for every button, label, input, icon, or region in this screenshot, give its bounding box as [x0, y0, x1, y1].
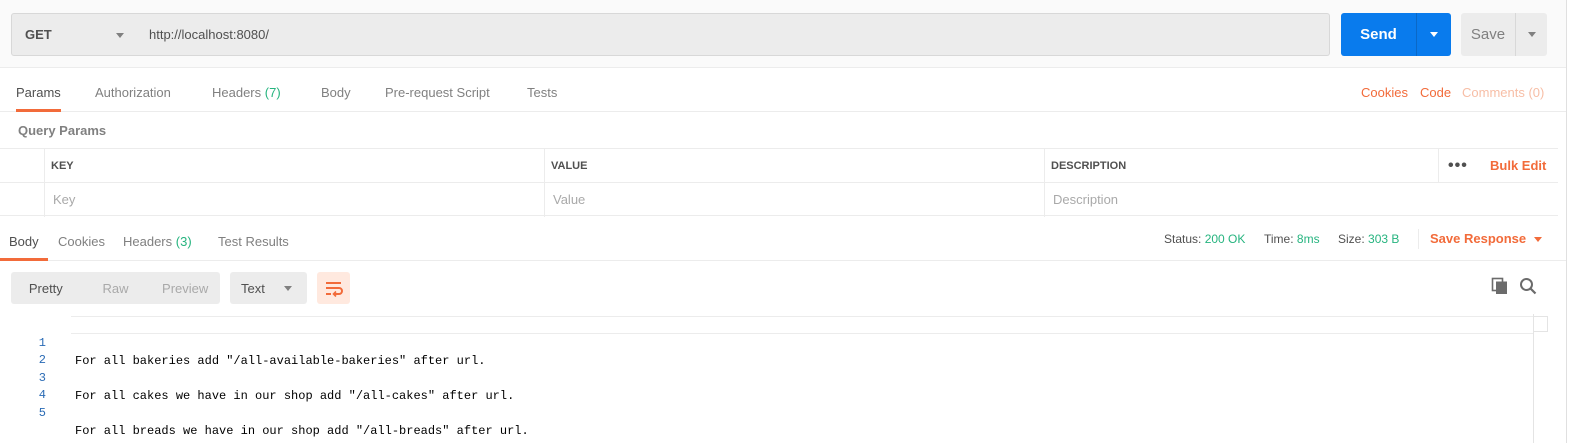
chevron-down-icon: [116, 33, 124, 38]
save-button-group: Save: [1461, 13, 1547, 56]
request-bar: GET Send Save: [0, 0, 1566, 68]
tab-authorization-label: Authorization: [95, 85, 171, 100]
time-value: 8ms: [1296, 232, 1320, 246]
response-body-editor[interactable]: 1 For all bakeries add "/all-available-b…: [0, 314, 1549, 443]
tab-response-headers-label: Headers: [123, 234, 173, 249]
tab-tests-label: Tests: [527, 85, 558, 100]
status-label: Status:: [1164, 232, 1202, 246]
tab-body-label: Body: [321, 85, 351, 100]
tab-test-results-label: Test Results: [218, 234, 289, 249]
tab-tests[interactable]: Tests: [527, 69, 557, 112]
search-icon[interactable]: [1519, 277, 1537, 295]
chevron-down-icon: [1527, 32, 1536, 37]
value-input[interactable]: Value: [544, 183, 1044, 217]
window-edge: [1566, 0, 1567, 443]
params-table: KEY VALUE DESCRIPTION ••• Bulk Edit Key …: [0, 148, 1558, 217]
tab-response-cookies-label: Cookies: [58, 234, 105, 249]
scroll-thumb[interactable]: [1533, 316, 1548, 332]
editor-scrollbar[interactable]: [1533, 314, 1534, 443]
view-mode-group: Pretty Raw Preview: [11, 272, 220, 304]
request-tabs: Params Authorization Headers (7) Body Pr…: [0, 69, 1566, 112]
bulk-edit-link[interactable]: Bulk Edit: [1490, 149, 1546, 183]
size-readout: Size: 303 B: [1338, 221, 1399, 261]
tab-pre-request-script[interactable]: Pre-request Script: [385, 69, 490, 112]
tab-headers[interactable]: Headers (7): [212, 69, 281, 112]
time-readout: Time: 8ms: [1264, 221, 1320, 261]
method-select[interactable]: GET: [11, 13, 138, 56]
headers-count: (7): [264, 85, 281, 100]
pretty-button[interactable]: Pretty: [11, 272, 81, 304]
chevron-down-icon: [1430, 32, 1438, 37]
status-readout: Status: 200 OK: [1164, 221, 1245, 261]
key-input[interactable]: Key: [44, 183, 545, 217]
save-response-label: Save Response: [1430, 231, 1527, 246]
params-header-row: KEY VALUE DESCRIPTION ••• Bulk Edit: [0, 149, 1558, 183]
preview-button[interactable]: Preview: [150, 272, 220, 304]
tab-params-label: Params: [16, 85, 61, 100]
code-line: 5 For all breads we have in our shop add…: [0, 386, 1533, 438]
response-tabs: Body Cookies Headers (3) Test Results St…: [0, 221, 1566, 261]
send-button[interactable]: Send: [1341, 26, 1416, 43]
size-value: 303 B: [1368, 232, 1400, 246]
description-input[interactable]: Description: [1044, 183, 1558, 217]
size-label: Size:: [1338, 232, 1365, 246]
save-button[interactable]: Save: [1461, 26, 1515, 43]
line-number: 5: [38, 406, 46, 420]
params-input-row: Key Value Description: [0, 183, 1558, 217]
code-line: 3 For all cakes we have in our shop add …: [0, 351, 1533, 403]
code-link[interactable]: Code: [1420, 69, 1451, 112]
copy-icon[interactable]: [1491, 277, 1509, 295]
params-actions: ••• Bulk Edit: [1438, 149, 1558, 183]
cookies-link[interactable]: Cookies: [1361, 69, 1408, 112]
time-label: Time:: [1264, 232, 1294, 246]
tab-response-cookies[interactable]: Cookies: [58, 221, 105, 261]
query-params-title: Query Params: [18, 123, 107, 138]
format-label: Text: [241, 281, 265, 296]
code-line: 2: [0, 333, 1533, 367]
response-headers-count: (3): [175, 234, 192, 249]
send-options-button[interactable]: [1417, 13, 1451, 56]
chevron-down-icon: [1534, 237, 1543, 243]
tab-response-headers[interactable]: Headers (3): [123, 221, 192, 261]
tab-test-results[interactable]: Test Results: [218, 221, 289, 261]
tab-response-body[interactable]: Body: [0, 221, 48, 261]
url-input[interactable]: [137, 13, 1330, 56]
tab-body[interactable]: Body: [321, 69, 351, 112]
tab-pre-request-label: Pre-request Script: [385, 85, 490, 100]
method-label: GET: [25, 27, 52, 42]
tab-headers-label: Headers: [212, 85, 262, 100]
format-select[interactable]: Text: [230, 272, 307, 304]
column-description: DESCRIPTION: [1044, 149, 1438, 183]
wrap-lines-icon: [325, 282, 343, 297]
line-text: For all breads we have in our shop add "…: [75, 424, 529, 438]
meta-divider: [1418, 229, 1419, 249]
status-value: 200 OK: [1204, 232, 1246, 246]
save-options-button[interactable]: [1516, 13, 1547, 56]
code-line: 4: [0, 368, 1533, 402]
column-value: VALUE: [544, 149, 1044, 183]
save-response-button[interactable]: Save Response: [1430, 221, 1543, 261]
tab-response-body-label: Body: [9, 234, 39, 249]
raw-button[interactable]: Raw: [81, 272, 151, 304]
comments-link[interactable]: Comments (0): [1462, 69, 1544, 112]
tab-params[interactable]: Params: [16, 69, 61, 112]
tab-authorization[interactable]: Authorization: [95, 69, 171, 112]
wrap-lines-button[interactable]: [317, 272, 350, 304]
code-line: 1 For all bakeries add "/all-available-b…: [0, 316, 1533, 368]
chevron-down-icon: [284, 286, 292, 291]
more-options-icon[interactable]: •••: [1448, 149, 1468, 183]
send-button-group: Send: [1341, 13, 1451, 56]
column-key: KEY: [44, 149, 545, 183]
